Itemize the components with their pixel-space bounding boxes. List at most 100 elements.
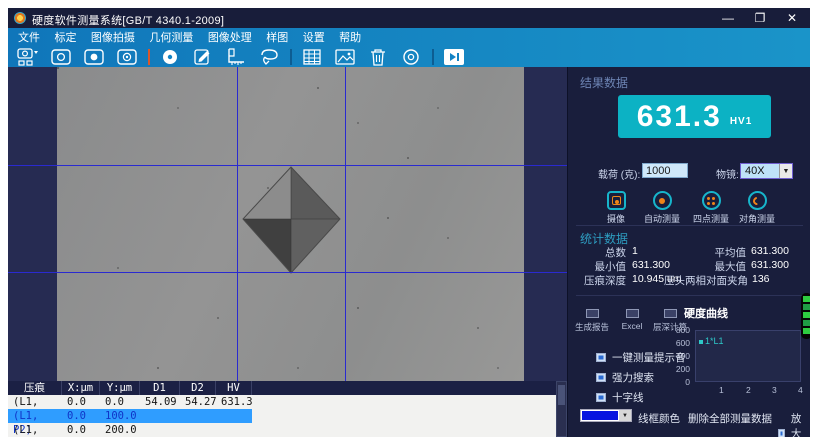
y-tick: 800 [664,325,690,335]
x-tick: 3 [772,385,777,395]
toolbar-button-record[interactable] [398,47,424,66]
toolbar-button-edit[interactable] [190,47,216,66]
checkbox-icon[interactable] [596,353,606,362]
scrollbar-thumb[interactable] [558,385,565,405]
separator [576,295,803,296]
col-header-x[interactable]: X:μm [62,381,100,395]
beep-checkbox-label: 一键测量提示音 [612,350,686,365]
crosshair-label: 十字线 [612,390,644,405]
col-header-hv[interactable]: HV [216,381,252,395]
hardness-value: 631.3 [637,100,722,134]
line-color-dropdown[interactable]: ▼ [580,409,632,422]
table-row-selected[interactable]: (L1, P2) 0.0 100.0 [8,409,567,423]
col-header-y[interactable]: Y:μm [100,381,140,395]
checkbox-icon[interactable] [596,393,606,402]
menu-geometry-measure[interactable]: 几何测量 [149,29,193,47]
load-input[interactable] [642,163,688,178]
auto-measure-button[interactable]: 自动测量 [639,191,685,225]
restore-button[interactable]: ❐ [752,8,768,28]
toolbar-button-lasso[interactable] [256,47,282,66]
stat-min-value: 631.300 [632,259,670,271]
menu-file[interactable]: 文件 [18,29,40,47]
menu-help[interactable]: 帮助 [339,29,361,47]
table-header-row: 压痕 X:μm Y:μm D1 D2 HV [8,381,567,395]
color-swatch [582,411,618,420]
stat-total-value: 1 [632,245,638,257]
capture-button[interactable]: 摄像 [593,191,639,225]
stat-avg-label: 平均值 [668,245,746,260]
camera-capture-icon [84,49,104,65]
four-point-label: 四点测量 [688,212,734,225]
cell-hv: 631.3 [216,395,252,409]
cell-y: 200.0 [100,423,140,437]
menu-sample-image[interactable]: 样图 [266,29,288,47]
app-window: 硬度软件测量系统[GB/T 4340.1-2009] — ❐ ✕ 文件 标定 图… [8,8,810,437]
image-viewport[interactable] [8,67,567,381]
toolbar-separator [148,49,150,65]
generate-report-button[interactable]: 生成报告 [572,309,612,333]
col-header-indent[interactable]: 压痕 [8,381,62,395]
four-point-measure-button[interactable]: 四点测量 [688,191,734,225]
stat-min-label: 最小值 [568,259,626,274]
checkbox-icon[interactable] [778,429,785,437]
minimize-button[interactable]: — [720,8,736,28]
y-tick: 0 [664,377,690,387]
toolbar-button-play[interactable] [441,47,467,66]
stat-max-value: 631.300 [751,259,789,271]
toolbar-button-delete[interactable] [365,47,391,66]
checkbox-icon[interactable] [596,373,606,382]
objective-dropdown[interactable]: 40X ▼ [740,163,793,179]
menu-calibration[interactable]: 标定 [54,29,76,47]
magnifier-checkbox-row[interactable]: 放大镜 [778,411,810,437]
toolbar-button-image[interactable] [332,47,358,66]
chevron-down-icon[interactable]: ▼ [779,164,792,178]
crosshair-checkbox-row[interactable]: 十字线 [596,390,644,405]
col-header-d1[interactable]: D1 [140,381,180,395]
generate-report-label: 生成报告 [572,321,612,333]
toolbar-button-table[interactable] [299,47,325,66]
excel-label: Excel [612,321,652,331]
strong-search-checkbox-row[interactable]: 强力搜索 [596,370,654,385]
table-scrollbar[interactable] [556,381,567,437]
results-table: 压痕 X:μm Y:μm D1 D2 HV (L1, P1) 0.0 0.0 5… [8,381,567,437]
microscope-image [57,67,524,381]
delete-all-button[interactable]: 删除全部测量数据 [688,411,772,426]
beep-checkbox-row[interactable]: 一键测量提示音 [596,350,686,365]
data-point-label: 1*L1 [705,336,724,346]
cell-d1: 54.09 [140,395,180,409]
toolbar-separator [432,49,434,65]
stat-angle-value: 136 [752,273,770,285]
close-button[interactable]: ✕ [784,8,800,28]
menu-image-capture[interactable]: 图像拍摄 [91,29,135,47]
menu-settings[interactable]: 设置 [303,29,325,47]
toolbar-button-camera-multi[interactable] [15,47,41,66]
diagonal-measure-label: 对角测量 [734,212,780,225]
window-title: 硬度软件测量系统[GB/T 4340.1-2009] [32,12,224,28]
col-header-d2[interactable]: D2 [180,381,216,395]
toolbar-button-camera-settings[interactable] [114,47,140,66]
cell-hv [216,409,252,423]
cell-x: 0.0 [62,395,100,409]
menu-image-processing[interactable]: 图像处理 [208,29,252,47]
auto-measure-icon [653,191,672,210]
cell-y: 100.0 [100,409,140,423]
toolbar-button-marker[interactable] [157,47,183,66]
table-row[interactable]: (L1, P1) 0.0 0.0 54.09 54.27 631.3 [8,395,567,409]
stat-angle-label: 压头两相对面夹角 [656,273,748,288]
auto-measure-label: 自动测量 [639,212,685,225]
chevron-down-icon[interactable]: ▼ [619,410,631,421]
stat-total-label: 总数 [568,245,626,260]
toolbar-button-capture[interactable] [81,47,107,66]
report-icon [586,309,599,318]
cell-x: 0.0 [62,423,100,437]
cell-d1 [140,423,180,437]
diagonal-measure-button[interactable]: 对角测量 [734,191,780,225]
toolbar-button-camera[interactable] [48,47,74,66]
toolbar-button-caliper[interactable] [223,47,249,66]
excel-export-button[interactable]: Excel [612,309,652,331]
measure-line-vertical-right [345,67,346,381]
data-point-marker [699,340,703,344]
table-row[interactable]: (L1, P3) 0.0 200.0 [8,423,567,437]
cell-d2 [180,423,216,437]
result-section-heading: 结果数据 [580,74,628,91]
